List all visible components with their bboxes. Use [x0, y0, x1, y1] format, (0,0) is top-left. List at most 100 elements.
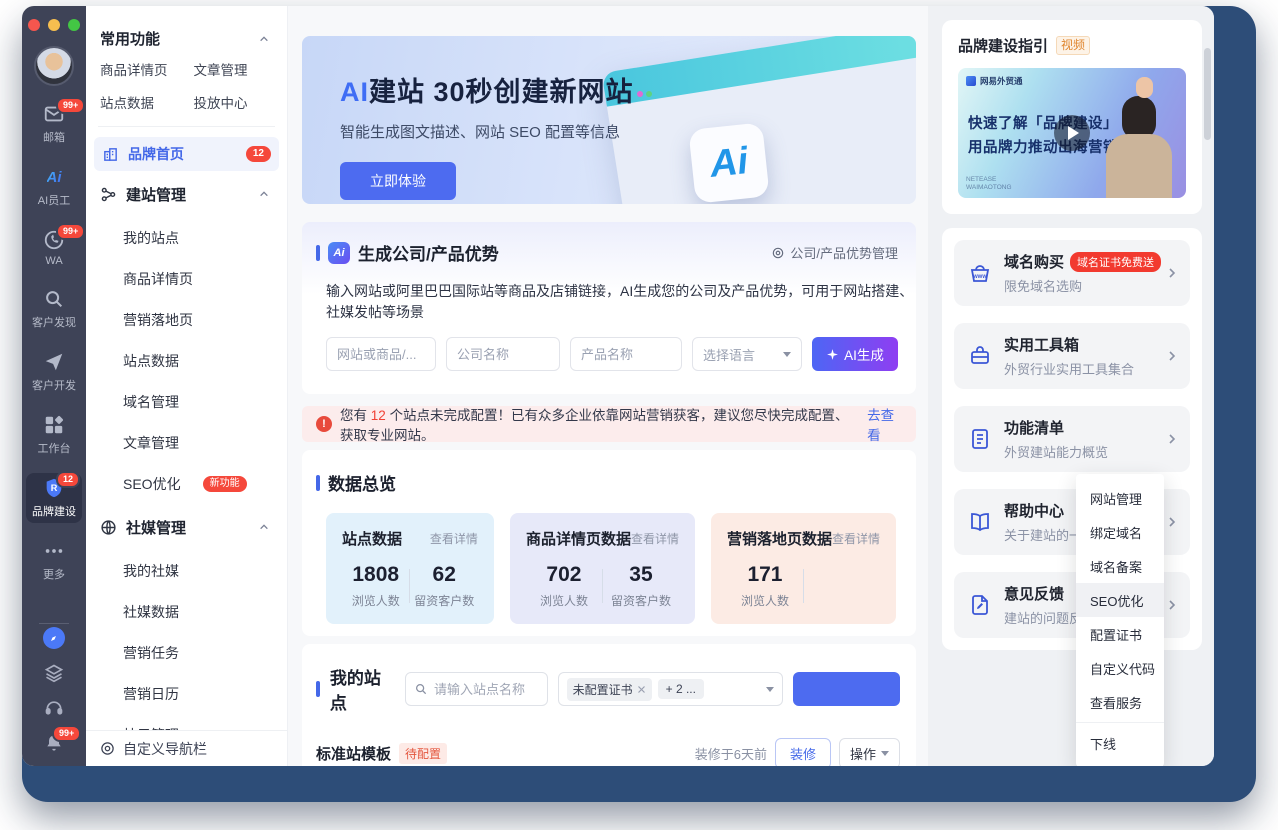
support-headset-button[interactable] — [42, 696, 66, 720]
banner-title: AI建站 30秒创建新网站 — [340, 70, 916, 109]
quick-links: 商品详情页 文章管理 站点数据 投放中心 — [86, 55, 287, 118]
create-site-button[interactable] — [793, 672, 900, 706]
renovate-button[interactable]: 装修 — [775, 738, 831, 766]
company-name-input[interactable] — [446, 337, 560, 371]
site-filter-select[interactable]: 未配置证书 + 2 ... — [558, 672, 783, 706]
toolbox-card[interactable]: 实用工具箱 外贸行业实用工具集合 — [954, 323, 1190, 389]
guide-video-thumbnail[interactable]: 网易外贸通 快速了解「品牌建设」 用品牌力推动出海营销 NETEASEWAIMA… — [958, 68, 1186, 198]
nav-item-product-detail-page[interactable]: 商品详情页 — [86, 258, 287, 299]
rail-item-more[interactable]: 更多 — [26, 536, 82, 586]
zoom-window-button[interactable] — [68, 19, 80, 31]
advantage-manage-link[interactable]: 公司/产品优势管理 — [771, 243, 898, 262]
browser-compass-button[interactable] — [42, 626, 66, 650]
quick-link-article[interactable]: 文章管理 — [194, 59, 288, 79]
chevron-right-icon — [1166, 433, 1178, 445]
menu-item-custom-code[interactable]: 自定义代码 — [1076, 651, 1164, 685]
play-button[interactable] — [1054, 115, 1090, 151]
feature-list-card[interactable]: 功能清单 外贸建站能力概览 — [954, 406, 1190, 472]
rail-item-customer-discovery[interactable]: 客户发现 — [26, 284, 82, 334]
ai-generate-button[interactable]: AI生成 — [812, 337, 898, 371]
nav-item-my-social[interactable]: 我的社媒 — [86, 550, 287, 591]
seo-new-feature-badge: 新功能 — [203, 476, 247, 492]
nav-item-domain-management[interactable]: 域名管理 — [86, 381, 287, 422]
chevron-right-icon — [1166, 599, 1178, 611]
guide-title: 品牌建设指引 — [958, 35, 1048, 56]
menu-item-configure-certificate[interactable]: 配置证书 — [1076, 617, 1164, 651]
app-window: 99+ 邮箱 Ai AI员工 99+ WA 客户发现 客户开发 — [22, 6, 1214, 766]
menu-item-website-management[interactable]: 网站管理 — [1076, 481, 1164, 515]
nav-item-my-sites[interactable]: 我的站点 — [86, 217, 287, 258]
quick-link-site-data[interactable]: 站点数据 — [100, 92, 194, 112]
ai-chip-icon: Ai — [328, 242, 350, 264]
notifications-bell-button[interactable]: 99+ — [42, 731, 66, 755]
close-window-button[interactable] — [28, 19, 40, 31]
domain-purchase-card[interactable]: www 域名购买 域名证书免费送 限免域名选购 — [954, 240, 1190, 306]
rail-item-whatsapp[interactable]: 99+ WA — [26, 225, 82, 271]
site-status-badge: 待配置 — [399, 743, 447, 764]
rail-divider — [39, 623, 69, 624]
rail-item-ai-staff[interactable]: Ai AI员工 — [26, 162, 82, 212]
open-book-icon — [968, 510, 992, 534]
site-or-product-input[interactable] — [326, 337, 436, 371]
customize-nav-bar[interactable]: 自定义导航栏 — [86, 730, 287, 766]
rail-item-customer-development[interactable]: 客户开发 — [26, 347, 82, 397]
nav-group-site-management[interactable]: 建站管理 — [86, 171, 287, 217]
menu-item-bind-domain[interactable]: 绑定域名 — [1076, 515, 1164, 549]
rail-item-workbench[interactable]: 工作台 — [26, 410, 82, 460]
try-now-button[interactable]: 立即体验 — [340, 162, 456, 200]
chevron-down-icon — [783, 352, 791, 357]
view-details-link[interactable]: 查看详情 — [631, 530, 679, 547]
green-dot — [646, 91, 652, 97]
product-name-input[interactable] — [570, 337, 682, 371]
free-certificate-badge: 域名证书免费送 — [1070, 252, 1161, 272]
scrollbar-thumb[interactable] — [1204, 48, 1211, 140]
rail-item-mail[interactable]: 99+ 邮箱 — [26, 99, 82, 149]
gear-icon — [771, 246, 785, 260]
view-details-link[interactable]: 查看详情 — [430, 530, 478, 547]
main-content: SI Ai AI建站 30秒创建新网站 智能生成图文描述、网站 SEO 配置等信… — [288, 6, 928, 766]
compass-icon — [43, 627, 65, 649]
nav-item-social-data[interactable]: 社媒数据 — [86, 591, 287, 632]
site-data-stat-card: 站点数据 查看详情 1808浏览人数 62留资客户数 — [326, 513, 494, 624]
brand-home-badge: 12 — [246, 146, 271, 162]
remove-tag-icon[interactable] — [637, 685, 646, 694]
menu-item-take-offline[interactable]: 下线 — [1076, 726, 1164, 760]
layers-button[interactable] — [42, 661, 66, 685]
language-select[interactable]: 选择语言 — [692, 337, 802, 371]
common-functions-header[interactable]: 常用功能 — [86, 6, 287, 55]
minimize-window-button[interactable] — [48, 19, 60, 31]
view-details-link[interactable]: 查看详情 — [832, 530, 880, 547]
menu-item-domain-filing[interactable]: 域名备案 — [1076, 549, 1164, 583]
my-sites-title: 我的站点 — [330, 664, 395, 714]
nav-group-social-media[interactable]: 社媒管理 — [86, 504, 287, 550]
menu-item-seo[interactable]: SEO优化 — [1076, 583, 1164, 617]
nav-item-site-data[interactable]: 站点数据 — [86, 340, 287, 381]
nav-item-marketing-tasks[interactable]: 营销任务 — [86, 632, 287, 673]
site-search-input[interactable] — [434, 682, 534, 697]
warning-icon: ! — [316, 416, 332, 432]
nav-item-marketing-landing[interactable]: 营销落地页 — [86, 299, 287, 340]
paper-plane-icon — [43, 351, 65, 373]
feedback-edit-icon — [968, 593, 992, 617]
nav-item-marketing-calendar[interactable]: 营销日历 — [86, 673, 287, 714]
quick-link-product-detail[interactable]: 商品详情页 — [100, 59, 194, 79]
filter-more-tag: + 2 ... — [658, 679, 704, 699]
site-actions-button[interactable]: 操作 — [839, 738, 900, 766]
collapse-chevron-icon — [259, 189, 269, 199]
menu-item-view-services[interactable]: 查看服务 — [1076, 685, 1164, 719]
user-avatar[interactable] — [34, 46, 74, 86]
video-watermark: NETEASEWAIMAOTONG — [966, 176, 1012, 192]
nav-item-seo[interactable]: SEO优化 新功能 — [86, 463, 287, 504]
sparkle-icon — [826, 348, 839, 361]
go-view-link[interactable]: 去查看 — [867, 404, 902, 444]
left-rail: 99+ 邮箱 Ai AI员工 99+ WA 客户发现 客户开发 — [22, 6, 86, 766]
site-search-box[interactable] — [405, 672, 548, 706]
rail-item-brand-building[interactable]: R 12 品牌建设 — [26, 473, 82, 523]
bell-badge: 99+ — [52, 725, 81, 742]
nav-item-brand-home[interactable]: 品牌首页 12 — [94, 137, 279, 171]
site-name: 标准站模板 — [316, 743, 391, 764]
quick-link-ads-center[interactable]: 投放中心 — [194, 92, 288, 112]
filter-tag[interactable]: 未配置证书 — [567, 678, 652, 701]
nav-item-article-management[interactable]: 文章管理 — [86, 422, 287, 463]
unconfigured-count: 12 — [371, 408, 386, 423]
